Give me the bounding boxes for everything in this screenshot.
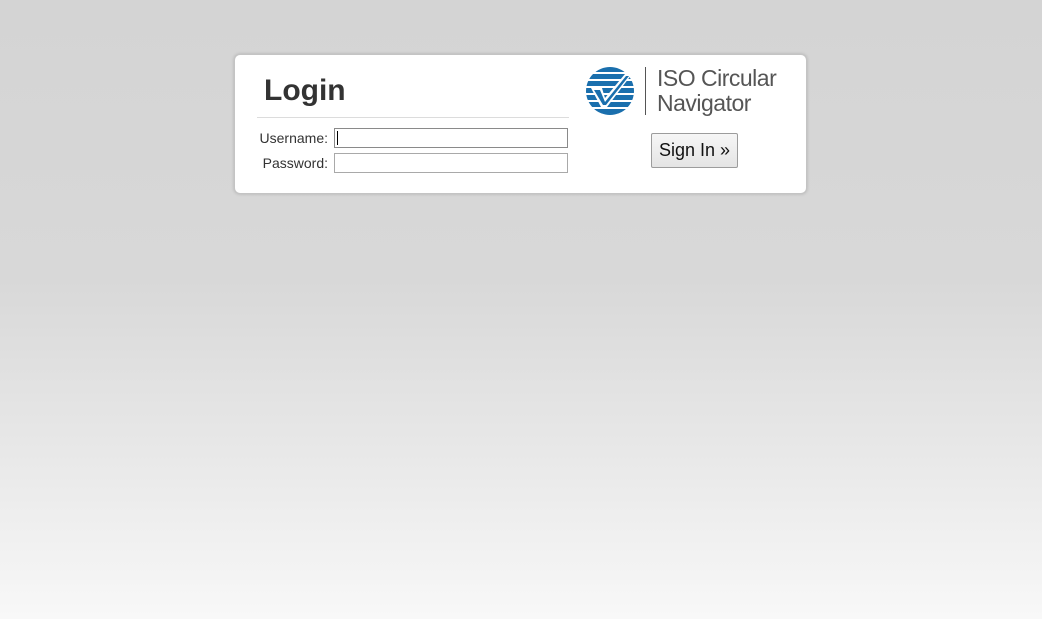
- username-label: Username:: [259, 130, 328, 146]
- title-divider: [257, 117, 569, 118]
- logo-divider: [645, 67, 646, 115]
- iso-circular-navigator-logo: ISO Circular Navigator: [585, 66, 785, 118]
- username-row: Username:: [235, 128, 575, 149]
- checkmark-globe-icon: [586, 67, 634, 115]
- password-row: Password:: [235, 153, 575, 174]
- logo-line-1: ISO Circular: [657, 65, 777, 91]
- password-label: Password:: [262, 155, 328, 171]
- password-input[interactable]: [334, 153, 568, 173]
- logo-line-2: Navigator: [657, 90, 751, 116]
- login-panel: Login Username: Password: ISO Circular N…: [234, 54, 807, 194]
- sign-in-button[interactable]: Sign In »: [651, 133, 739, 168]
- username-input[interactable]: [334, 128, 568, 148]
- text-caret: [337, 131, 338, 145]
- page-title: Login: [264, 74, 346, 107]
- logo-text: ISO Circular Navigator: [657, 65, 777, 116]
